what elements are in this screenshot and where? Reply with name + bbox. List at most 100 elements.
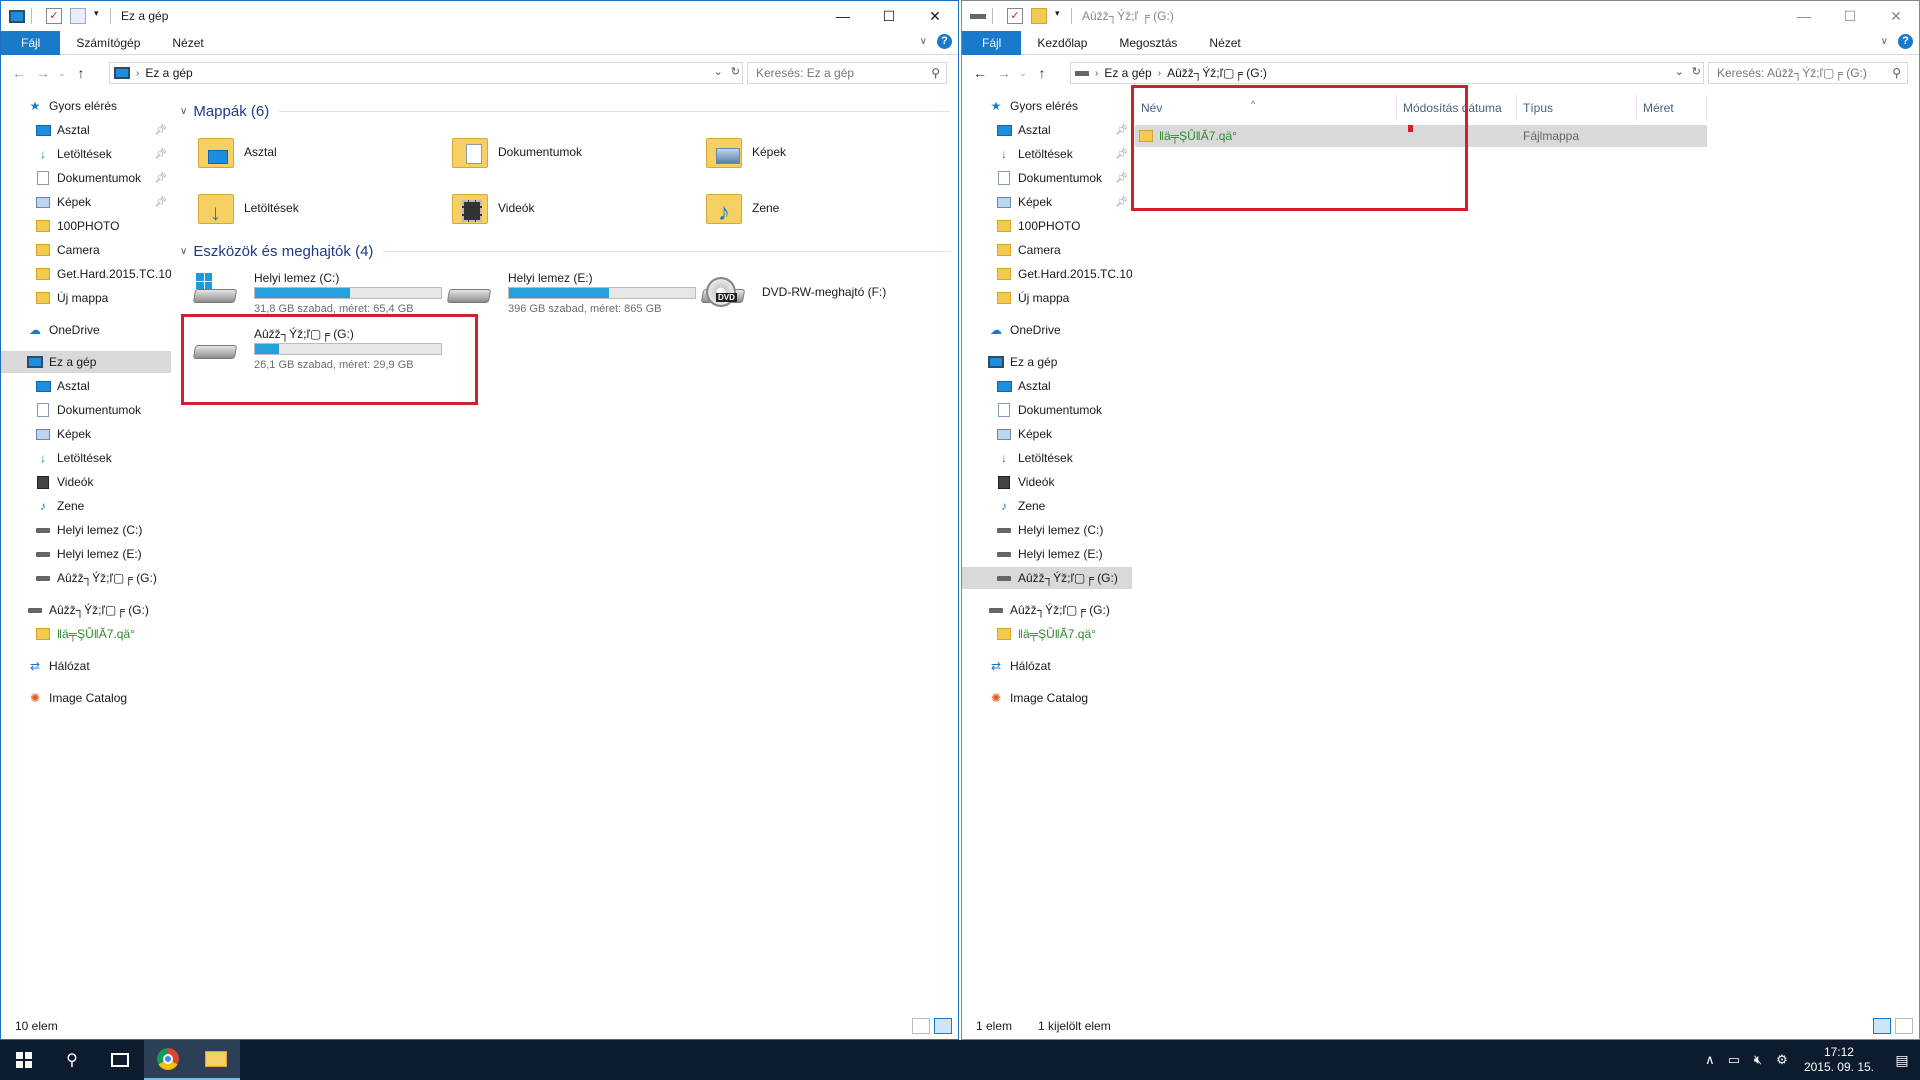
nav-item[interactable]: Aûžž┐Ýž;ľ▢╒ (G:): [962, 567, 1132, 589]
nav-item[interactable]: ☁ OneDrive: [962, 319, 1132, 341]
new-folder-icon[interactable]: [70, 8, 86, 24]
folder-tile-music[interactable]: ♪ Zene: [704, 183, 954, 233]
up-arrow-icon[interactable]: ↑: [1030, 65, 1054, 81]
task-view-button[interactable]: [96, 1040, 144, 1080]
start-button[interactable]: [0, 1040, 48, 1080]
forward-arrow-icon[interactable]: →: [31, 65, 55, 81]
drive-tile-c[interactable]: Helyi lemez (C:) 31,8 GB szabad, méret: …: [184, 265, 442, 321]
nav-item[interactable]: Asztal 📌︎: [1, 119, 171, 141]
breadcrumb-this-pc[interactable]: Ez a gép: [1104, 66, 1151, 80]
address-bar[interactable]: › Ez a gép › Aûžž┐Ýž;ľ▢╒ (G:) ⌄ ↻: [1070, 62, 1704, 84]
recent-locations-icon[interactable]: ⌄: [55, 68, 69, 79]
nav-item[interactable]: ↓ Letöltések 📌︎: [1, 143, 171, 165]
nav-item[interactable]: Dokumentumok: [962, 399, 1132, 421]
nav-item[interactable]: Új mappa: [1, 287, 171, 309]
nav-item[interactable]: ♪ Zene: [1, 495, 171, 517]
forward-arrow-icon[interactable]: →: [992, 65, 1016, 81]
nav-item[interactable]: Dokumentumok 📌︎: [962, 167, 1132, 189]
nav-item[interactable]: Képek: [1, 423, 171, 445]
folder-tile-desktop[interactable]: Asztal: [196, 127, 446, 177]
breadcrumb-chevron-icon[interactable]: ›: [1095, 68, 1098, 79]
nav-item[interactable]: Asztal: [962, 375, 1132, 397]
back-arrow-icon[interactable]: ←: [7, 65, 31, 81]
volume-muted-icon[interactable]: 🔇︎: [1746, 1052, 1770, 1068]
nav-item[interactable]: Videók: [1, 471, 171, 493]
nav-item[interactable]: ⇄ Hálózat: [962, 655, 1132, 677]
pin-icon[interactable]: 📌︎: [1115, 197, 1128, 208]
up-arrow-icon[interactable]: ↑: [69, 65, 93, 81]
nav-item[interactable]: Ez a gép: [1, 351, 171, 373]
nav-item[interactable]: ↓ Letöltések: [1, 447, 171, 469]
tab-file[interactable]: Fájl: [1, 30, 61, 55]
nav-item[interactable]: Camera: [1, 239, 171, 261]
clock[interactable]: 17:12 2015. 09. 15.: [1804, 1045, 1874, 1075]
nav-item[interactable]: ✺ Image Catalog: [962, 687, 1132, 709]
network-icon[interactable]: ▭: [1722, 1052, 1746, 1068]
maximize-button[interactable]: ☐: [866, 1, 912, 31]
refresh-icon[interactable]: ↻: [1692, 65, 1701, 78]
devices-group-header[interactable]: ∨ Eszközök és meghajtók (4): [180, 243, 950, 260]
nav-item[interactable]: Helyi lemez (C:): [1, 519, 171, 541]
recent-locations-icon[interactable]: ⌄: [1016, 68, 1030, 79]
folder-tile-videos[interactable]: Videók: [450, 183, 700, 233]
nav-item[interactable]: Asztal: [1, 375, 171, 397]
close-button[interactable]: ✕: [912, 1, 958, 31]
nav-item[interactable]: Videók: [962, 471, 1132, 493]
search-input[interactable]: Keresés: Aûžž┐Ýž;ľ▢╒ (G:) ⚲: [1708, 62, 1908, 84]
details-view-icon[interactable]: [912, 1018, 930, 1034]
drive-tile-f[interactable]: DVD DVD-RW-meghajtó (F:): [692, 265, 942, 321]
action-center-icon[interactable]: ▤: [1884, 1052, 1920, 1069]
nav-item[interactable]: Dokumentumok 📌︎: [1, 167, 171, 189]
tab-share[interactable]: Megosztás: [1103, 31, 1193, 55]
tab-computer[interactable]: Számítógép: [60, 31, 156, 55]
properties-icon[interactable]: ✓: [1007, 8, 1023, 24]
folder-tile-downloads[interactable]: ↓ Letöltések: [196, 183, 446, 233]
nav-item[interactable]: ★ Gyors elérés: [962, 95, 1132, 117]
pin-icon[interactable]: 📌︎: [1115, 125, 1128, 136]
drive-tile-e[interactable]: Helyi lemez (E:) 396 GB szabad, méret: 8…: [438, 265, 696, 321]
details-view-icon[interactable]: [1873, 1018, 1891, 1034]
nav-item[interactable]: Helyi lemez (C:): [962, 519, 1132, 541]
expand-ribbon-icon[interactable]: ∨: [920, 36, 927, 47]
properties-icon[interactable]: ✓: [46, 8, 62, 24]
nav-item[interactable]: ‖ä╤ŞÛ‖Ă7.qä°: [1, 623, 171, 645]
nav-item[interactable]: Dokumentumok: [1, 399, 171, 421]
nav-item[interactable]: ⇄ Hálózat: [1, 655, 171, 677]
breadcrumb-chevron-icon[interactable]: ›: [136, 68, 139, 79]
pin-icon[interactable]: 📌︎: [154, 173, 167, 184]
minimize-button[interactable]: —: [1781, 1, 1827, 31]
nav-item[interactable]: 100PHOTO: [962, 215, 1132, 237]
refresh-icon[interactable]: ↻: [731, 65, 740, 78]
breadcrumb-drive-g[interactable]: Aûžž┐Ýž;ľ▢╒ (G:): [1167, 66, 1267, 80]
column-type[interactable]: Típus: [1517, 95, 1637, 121]
large-icons-view-icon[interactable]: [934, 1018, 952, 1034]
expand-ribbon-icon[interactable]: ∨: [1881, 36, 1888, 47]
collapse-chevron-icon[interactable]: ∨: [180, 246, 187, 257]
maximize-button[interactable]: ☐: [1827, 1, 1873, 31]
tab-home[interactable]: Kezdőlap: [1021, 31, 1103, 55]
customize-toolbar-icon[interactable]: ▾: [1055, 8, 1065, 24]
nav-item[interactable]: Képek 📌︎: [962, 191, 1132, 213]
nav-item[interactable]: Aûžž┐Ýž;ľ▢╒ (G:): [1, 567, 171, 589]
pin-icon[interactable]: 📌︎: [154, 125, 167, 136]
nav-item[interactable]: ↓ Letöltések: [962, 447, 1132, 469]
nav-item[interactable]: Aûžž┐Ýž;ľ▢╒ (G:): [962, 599, 1132, 621]
large-icons-view-icon[interactable]: [1895, 1018, 1913, 1034]
minimize-button[interactable]: —: [820, 1, 866, 31]
title-bar[interactable]: ✓ ▾ Ez a gép — ☐ ✕: [1, 1, 958, 31]
tab-view[interactable]: Nézet: [156, 31, 219, 55]
pin-icon[interactable]: 📌︎: [1115, 173, 1128, 184]
nav-item[interactable]: ♪ Zene: [962, 495, 1132, 517]
address-dropdown-icon[interactable]: ⌄: [1675, 65, 1684, 78]
nav-item[interactable]: Camera: [962, 239, 1132, 261]
back-arrow-icon[interactable]: ←: [968, 65, 992, 81]
breadcrumb-this-pc[interactable]: Ez a gép: [145, 66, 192, 80]
nav-item[interactable]: 100PHOTO: [1, 215, 171, 237]
hardware-icon[interactable]: ⚙: [1770, 1052, 1794, 1068]
breadcrumb-chevron-icon[interactable]: ›: [1158, 68, 1161, 79]
show-hidden-icons-icon[interactable]: ∧: [1698, 1052, 1722, 1068]
customize-toolbar-icon[interactable]: ▾: [94, 8, 104, 24]
nav-item[interactable]: Aûžž┐Ýž;ľ▢╒ (G:): [1, 599, 171, 621]
new-folder-icon[interactable]: [1031, 8, 1047, 24]
nav-item[interactable]: Ez a gép: [962, 351, 1132, 373]
